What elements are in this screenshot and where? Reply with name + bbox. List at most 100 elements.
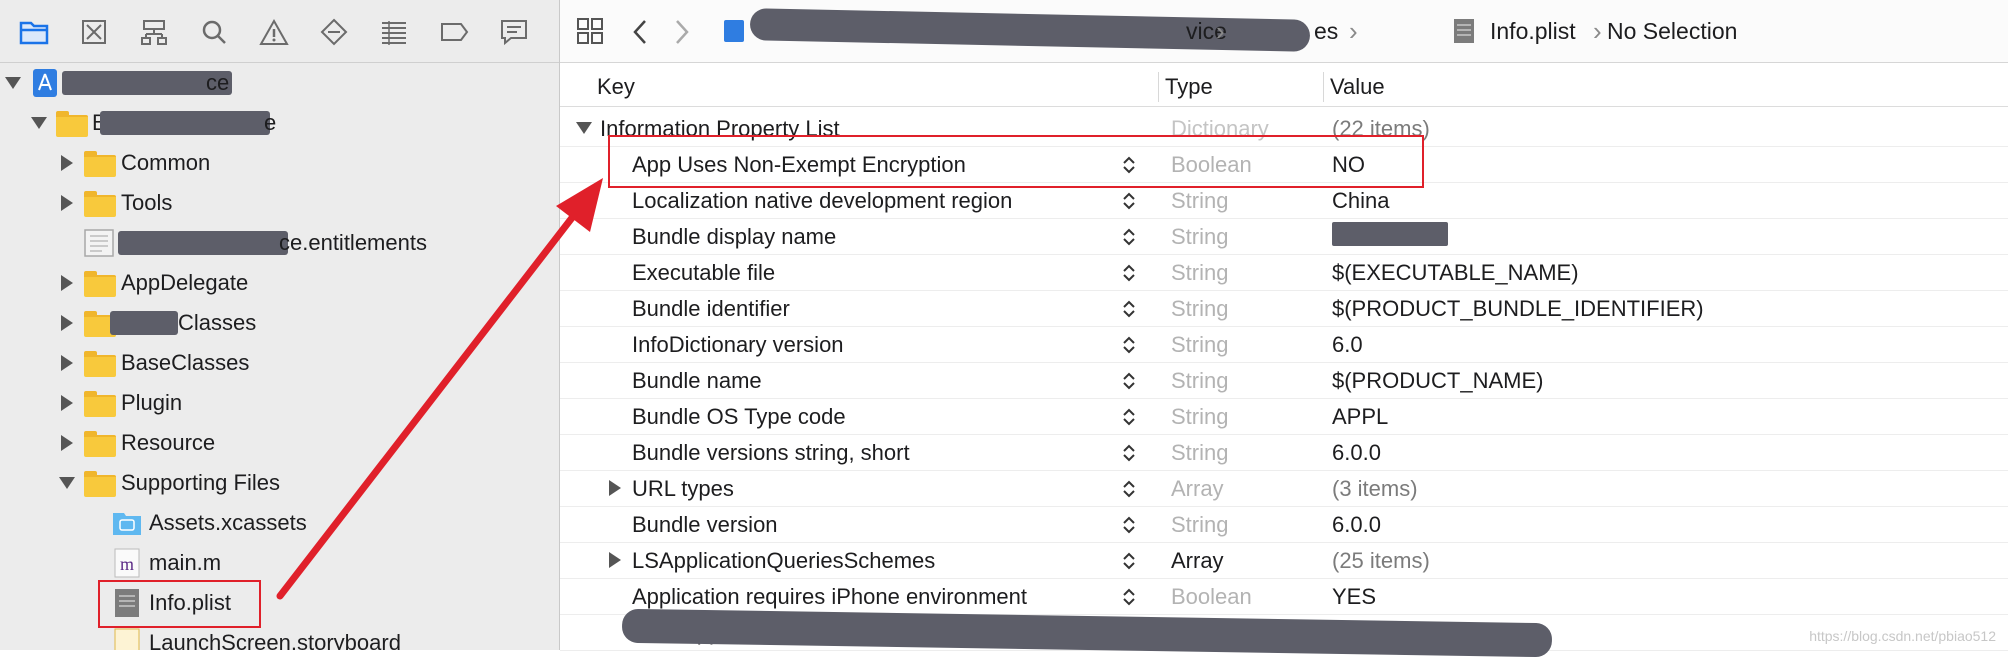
tree-item-classes[interactable]: Classes [0,303,559,343]
type-stepper-icon[interactable] [1121,586,1137,608]
type-stepper-icon[interactable] [1121,226,1137,248]
type-stepper-icon[interactable] [1121,514,1137,536]
plist-type[interactable]: String [1171,224,1228,250]
search-icon[interactable] [198,16,230,48]
type-stepper-icon[interactable] [1121,334,1137,356]
plist-value[interactable]: (3 items) [1332,476,1418,502]
plist-type[interactable]: String [1171,404,1228,430]
plist-type[interactable]: String [1171,296,1228,322]
breakpoint-icon[interactable] [438,16,470,48]
plist-row[interactable]: Bundle OS Type code String APPL [560,398,2008,435]
plist-row[interactable]: Bundle versions string, short String 6.0.0 [560,434,2008,471]
tree-item-supporting-files[interactable]: Supporting Files [0,463,559,503]
disclosure-down-icon[interactable] [56,472,78,494]
plist-row[interactable]: URL types Array (3 items) [560,470,2008,507]
tree-item-appdelegate[interactable]: AppDelegate [0,263,559,303]
disclosure-right-icon[interactable] [609,480,621,496]
plist-row[interactable]: LSApplicationQueriesSchemes Array (25 item… [560,542,2008,579]
plist-row[interactable]: Executable file String $(EXECUTABLE_NAME) [560,254,2008,291]
tree-item-project[interactable]: ce [0,63,559,103]
disclosure-down-icon[interactable] [2,72,24,94]
type-stepper-icon[interactable] [1121,550,1137,572]
plist-value[interactable]: 6.0.0 [1332,512,1381,538]
plist-key[interactable]: Localization native development region [632,188,1012,214]
tree-item-plugin[interactable]: Plugin [0,383,559,423]
plist-key[interactable]: Bundle display name [632,224,836,250]
plist-type[interactable]: String [1171,188,1228,214]
tree-item-root-folder[interactable]: B e [0,103,559,143]
disclosure-right-icon[interactable] [56,152,78,174]
breadcrumb-item-no-selection[interactable]: No Selection [1607,18,1737,45]
tree-item-info-plist[interactable]: Info.plist [0,583,559,623]
plist-value[interactable]: 6.0.0 [1332,440,1381,466]
plist-row[interactable]: Bundle version String 6.0.0 [560,506,2008,543]
plist-type[interactable]: String [1171,332,1228,358]
plist-key[interactable]: Application requires iPhone environment [632,584,1027,610]
plist-row[interactable]: Bundle name String $(PRODUCT_NAME) [560,362,2008,399]
tree-item-entitlements[interactable]: ce.entitlements [0,223,559,263]
plist-type[interactable]: Array [1171,548,1224,574]
disclosure-right-icon[interactable] [56,392,78,414]
plist-key[interactable]: Bundle name [632,368,762,394]
type-stepper-icon[interactable] [1121,370,1137,392]
type-stepper-icon[interactable] [1121,406,1137,428]
tree-item-main-m[interactable]: m main.m [0,543,559,583]
plist-type[interactable]: Boolean [1171,584,1252,610]
plist-value[interactable]: $(PRODUCT_NAME) [1332,368,1543,394]
disclosure-down-icon[interactable] [28,112,50,134]
tree-item-tools[interactable]: Tools [0,183,559,223]
column-header-key[interactable]: Key [597,74,635,100]
plist-key[interactable]: Bundle OS Type code [632,404,846,430]
tree-item-resource[interactable]: Resource [0,423,559,463]
type-stepper-icon[interactable] [1121,262,1137,284]
folder-icon[interactable] [18,16,50,48]
type-stepper-icon[interactable] [1121,190,1137,212]
tree-item-assets[interactable]: Assets.xcassets [0,503,559,543]
tree-item-launchscreen[interactable]: LaunchScreen.storyboard [0,623,559,650]
breadcrumb-item[interactable]: es [1314,18,1338,45]
disclosure-right-icon[interactable] [56,432,78,454]
plist-key[interactable]: Bundle version [632,512,778,538]
disclosure-right-icon[interactable] [609,552,621,568]
plist-value[interactable]: $(PRODUCT_BUNDLE_IDENTIFIER) [1332,296,1704,322]
debug-icon[interactable] [378,16,410,48]
column-divider[interactable] [1158,72,1159,102]
plist-row[interactable]: InfoDictionary version String 6.0 [560,326,2008,363]
type-stepper-icon[interactable] [1121,442,1137,464]
plist-value[interactable]: (25 items) [1332,548,1430,574]
plist-row[interactable]: Application requires iPhone environment B… [560,578,2008,615]
plist-value[interactable]: China [1332,188,1389,214]
plist-type[interactable]: String [1171,260,1228,286]
disclosure-right-icon[interactable] [56,352,78,374]
plist-value[interactable]: YES [1332,584,1376,610]
plist-type[interactable]: String [1171,368,1228,394]
warning-icon[interactable] [258,16,290,48]
plist-key[interactable]: InfoDictionary version [632,332,844,358]
disclosure-right-icon[interactable] [56,192,78,214]
plist-value[interactable]: APPL [1332,404,1388,430]
hierarchy-icon[interactable] [138,16,170,48]
plist-key[interactable]: LSApplicationQueriesSchemes [632,548,935,574]
plist-key[interactable]: Bundle identifier [632,296,790,322]
plist-key[interactable]: Executable file [632,260,775,286]
plist-type[interactable]: String [1171,440,1228,466]
column-divider[interactable] [1323,72,1324,102]
plist-key[interactable]: URL types [632,476,734,502]
disclosure-right-icon[interactable] [56,272,78,294]
plist-value[interactable]: 6.0 [1332,332,1363,358]
back-arrow-icon[interactable] [630,18,650,51]
plist-type[interactable]: String [1171,512,1228,538]
plist-row[interactable]: Bundle display name String [560,218,2008,255]
tree-item-baseclasses[interactable]: BaseClasses [0,343,559,383]
type-stepper-icon[interactable] [1121,298,1137,320]
test-icon[interactable] [318,16,350,48]
plist-value[interactable]: $(EXECUTABLE_NAME) [1332,260,1579,286]
disclosure-right-icon[interactable] [56,312,78,334]
related-items-icon[interactable] [576,17,604,50]
disclosure-down-icon[interactable] [576,122,592,134]
plist-key[interactable]: Bundle versions string, short [632,440,910,466]
report-icon[interactable] [498,16,530,48]
breadcrumb-item-info-plist[interactable]: Info.plist [1490,18,1576,45]
column-header-type[interactable]: Type [1165,74,1213,100]
tree-item-common[interactable]: Common [0,143,559,183]
